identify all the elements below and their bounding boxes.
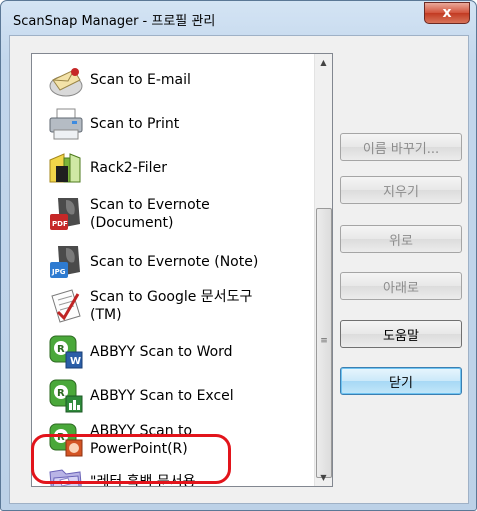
profile-label: ABBYY Scan to Word	[90, 344, 233, 360]
delete-button[interactable]: 지우기	[340, 176, 462, 204]
abbyy-word-icon: R W	[49, 335, 83, 369]
title-bar[interactable]: ScanSnap Manager - 프로필 관리 x	[1, 1, 476, 35]
profile-label: ABBYY Scan to Excel	[90, 388, 234, 404]
profile-item-scan-to-evernote-note[interactable]: JPG Scan to Evernote (Note)	[44, 240, 302, 284]
close-dialog-button[interactable]: 닫기	[340, 367, 462, 395]
profile-item-scan-to-google-docs[interactable]: Scan to Google 문서도구 (TM)	[44, 284, 302, 328]
evernote-pdf-icon: PDF	[50, 198, 80, 230]
email-profile-icon	[49, 68, 83, 97]
profile-item-abbyy-scan-to-excel[interactable]: R ABBYY Scan to Excel	[44, 374, 302, 418]
profile-label: Rack2-Filer	[90, 160, 167, 176]
rack2-filer-icon	[49, 153, 81, 183]
svg-text:W: W	[70, 356, 81, 367]
window-title: ScanSnap Manager - 프로필 관리	[13, 14, 216, 29]
abbyy-excel-icon: R	[49, 379, 83, 413]
scroll-down-arrow-icon[interactable]: ▼	[315, 469, 332, 486]
move-down-button[interactable]: 아래로	[340, 272, 462, 300]
profile-management-window: ScanSnap Manager - 프로필 관리 x Scan to E-ma…	[0, 0, 477, 511]
evernote-jpg-icon: JPG	[50, 246, 80, 278]
svg-text:R: R	[57, 344, 65, 355]
svg-text:PDF: PDF	[52, 220, 68, 228]
svg-text:JPG: JPG	[51, 268, 66, 276]
profile-item-scan-to-evernote-document[interactable]: PDF Scan to Evernote (Document)	[44, 192, 302, 236]
profile-item-scan-to-print[interactable]: Scan to Print	[44, 102, 302, 146]
move-up-button[interactable]: 위로	[340, 225, 462, 253]
profile-label: Scan to Print	[90, 116, 180, 132]
profile-label: Scan to E-mail	[90, 72, 191, 88]
scrollbar-thumb[interactable]: ≡	[316, 208, 332, 478]
rename-button[interactable]: 이름 바꾸기...	[340, 133, 462, 161]
svg-text:R: R	[57, 388, 65, 399]
highlight-callout	[31, 434, 231, 484]
profile-label: Scan to Evernote (Note)	[90, 254, 259, 270]
profile-list-scrollbar[interactable]: ▲ ≡ ▼	[314, 54, 332, 486]
profile-list[interactable]: Scan to E-mail Scan to Print Rack2-Filer…	[31, 53, 333, 487]
profile-item-abbyy-scan-to-word[interactable]: R W ABBYY Scan to Word	[44, 330, 302, 374]
help-button[interactable]: 도움말	[340, 320, 462, 348]
profile-label: Scan to Google 문서도구 (TM)	[90, 289, 253, 323]
google-docs-icon	[51, 289, 81, 323]
profile-item-scan-to-email[interactable]: Scan to E-mail	[44, 58, 302, 102]
scroll-up-arrow-icon[interactable]: ▲	[315, 54, 332, 71]
profile-item-rack2-filer[interactable]: Rack2-Filer	[44, 146, 302, 190]
scrollbar-grip-icon: ≡	[320, 336, 328, 346]
window-close-button[interactable]: x	[424, 2, 470, 24]
printer-profile-icon	[49, 108, 83, 140]
profile-label: Scan to Evernote (Document)	[90, 197, 210, 231]
